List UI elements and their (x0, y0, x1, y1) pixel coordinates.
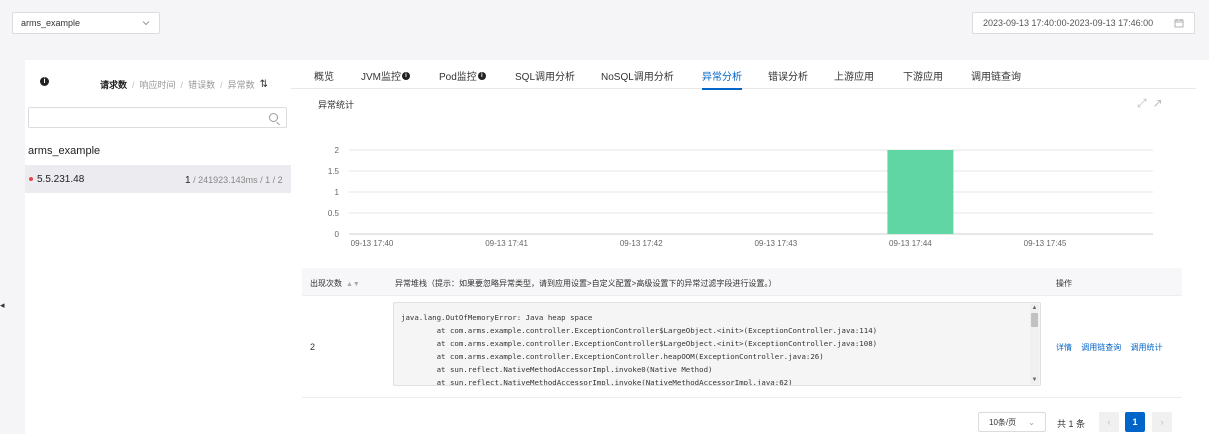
x-tick-label: 09-13 17:42 (620, 239, 663, 247)
trace-query-link[interactable]: 调用链查询 (1081, 343, 1121, 352)
tab-label: 调用链查询 (971, 72, 1021, 83)
row-actions: 详情 调用链查询 调用统计 (1056, 342, 1169, 353)
exception-chart: 0 0.5 1 1.5 2 09-13 17:40 09-13 17:41 09-13 17:… (328, 146, 1153, 247)
table-header: 出现次数 ▲▼ 异常堆栈（提示：如果要忽略异常类型，请到应用设置>自定义配置>高级… (302, 268, 1182, 296)
x-tick-label: 09-13 17:45 (1024, 239, 1067, 247)
tab-pod[interactable]: Pod监控 i (439, 68, 486, 83)
col-stack: 异常堆栈（提示：如果要忽略异常类型，请到应用设置>自定义配置>高级设置下的异常过… (395, 279, 777, 288)
chevron-down-icon: ⌄ (1028, 417, 1035, 427)
collapse-left-icon[interactable]: ◂ (0, 300, 6, 314)
tab-upstream[interactable]: 上游应用 (834, 68, 874, 83)
tab-nosql[interactable]: NoSQL调用分析 (601, 68, 674, 83)
tab-label: 异常分析 (702, 72, 742, 83)
scroll-up-icon[interactable]: ▲ (1031, 305, 1038, 311)
tab-overview[interactable]: 概览 (314, 68, 334, 83)
table-row: 2 java.lang.OutOfMemoryError: Java heap … (302, 296, 1182, 398)
y-tick-label: 0 (335, 230, 340, 239)
sort-separator: / (220, 79, 223, 90)
next-page-button[interactable]: › (1152, 412, 1172, 432)
sort-options: 请求数 / 响应时间 / 错误数 / 异常数 ⇅ (100, 78, 268, 91)
instance-row[interactable]: 5.5.231.48 1 / 241923.143ms / 1 / 2 (25, 165, 291, 193)
chevron-down-icon (142, 21, 150, 26)
instance-stats: 1 / 241923.143ms / 1 / 2 (185, 175, 283, 186)
stack-trace-text: java.lang.OutOfMemoryError: Java heap sp… (401, 313, 878, 386)
tab-label: JVM监控 (361, 72, 401, 83)
sort-separator: / (132, 79, 135, 90)
tab-sql[interactable]: SQL调用分析 (515, 68, 575, 83)
bar (887, 150, 954, 234)
calendar-icon (1174, 19, 1184, 28)
total-count: 共 1 条 (1057, 419, 1086, 429)
col-ops: 操作 (1056, 279, 1072, 288)
instance-panel: i 请求数 / 响应时间 / 错误数 / 异常数 ⇅ arms_example … (25, 60, 291, 434)
scroll-thumb[interactable] (1031, 313, 1038, 327)
scroll-down-icon[interactable]: ▼ (1031, 377, 1038, 383)
time-range-picker[interactable]: 2023-09-13 17:40:00-2023-09-13 17:46:00 (972, 12, 1195, 34)
y-tick-label: 2 (335, 146, 340, 155)
info-icon[interactable]: i (40, 77, 49, 86)
details-link[interactable]: 详情 (1056, 343, 1072, 352)
status-dot (29, 177, 33, 181)
tab-downstream[interactable]: 下游应用 (903, 68, 943, 83)
info-icon: i (477, 71, 486, 80)
tab-label: 上游应用 (834, 72, 874, 83)
tab-bar: 概览 JVM监控 i Pod监控 i SQL调用分析 NoSQL调用分析 异常分析 … (291, 60, 1196, 90)
main-panel: 概览 JVM监控 i Pod监控 i SQL调用分析 NoSQL调用分析 异常分析 … (291, 60, 1209, 434)
tab-label: 错误分析 (768, 72, 808, 83)
sort-order-icon[interactable]: ⇅ (260, 79, 268, 90)
app-select-value: arms_example (21, 18, 81, 28)
col-count[interactable]: 出现次数 ▲▼ (310, 278, 360, 289)
tab-exception-analysis[interactable]: 异常分析 (702, 68, 742, 90)
fullscreen-icon[interactable]: ⤢ (1137, 96, 1147, 111)
sort-exceptions[interactable]: 异常数 (228, 78, 255, 91)
tab-jvm[interactable]: JVM监控 i (361, 68, 410, 83)
sort-errors[interactable]: 错误数 (188, 78, 215, 91)
tab-label: Pod监控 (439, 72, 477, 83)
sort-response-time[interactable]: 响应时间 (140, 78, 176, 91)
stack-scrollbar[interactable]: ▲ ▼ (1030, 304, 1039, 384)
row-count: 2 (310, 342, 316, 352)
time-range-value: 2023-09-13 17:40:00-2023-09-13 17:46:00 (983, 18, 1154, 28)
y-tick-label: 1.5 (328, 167, 340, 176)
x-tick-label: 09-13 17:44 (889, 239, 932, 247)
page-size-value: 10条/页 (989, 417, 1017, 427)
prev-page-button[interactable]: ‹ (1099, 412, 1119, 432)
y-tick-label: 0.5 (328, 209, 340, 218)
tab-error-analysis[interactable]: 错误分析 (768, 68, 808, 83)
tab-label: NoSQL调用分析 (601, 72, 674, 83)
tab-label: 概览 (314, 72, 334, 83)
instance-stats-rest: / 241923.143ms / 1 / 2 (190, 175, 283, 185)
app-select[interactable]: arms_example (12, 12, 160, 34)
info-icon: i (402, 71, 410, 80)
app-group-name[interactable]: arms_example (28, 145, 100, 157)
chart-title: 异常统计 (318, 100, 355, 110)
instance-search-input[interactable] (28, 107, 287, 128)
line-chart-icon[interactable]: ↗ (1153, 96, 1163, 111)
col-count-label: 出现次数 (310, 279, 342, 288)
page-size-select[interactable]: 10条/页 ⌄ (978, 412, 1046, 432)
stack-trace-box[interactable]: java.lang.OutOfMemoryError: Java heap sp… (393, 302, 1041, 386)
chart-tools: ⤢ ↗ (1137, 96, 1163, 111)
call-stats-link[interactable]: 调用统计 (1130, 343, 1162, 352)
tab-label: SQL调用分析 (515, 72, 576, 83)
tab-label: 下游应用 (903, 72, 943, 83)
y-tick-label: 1 (335, 188, 340, 197)
sort-requests[interactable]: 请求数 (100, 78, 127, 91)
instance-ip: 5.5.231.48 (37, 174, 85, 185)
sort-icon[interactable]: ▲▼ (346, 281, 360, 288)
search-icon[interactable] (269, 113, 278, 122)
x-tick-label: 09-13 17:40 (351, 239, 394, 247)
sort-separator: / (180, 79, 184, 90)
tab-trace-query[interactable]: 调用链查询 (971, 68, 1021, 83)
x-tick-label: 09-13 17:43 (754, 239, 797, 247)
x-tick-label: 09-13 17:41 (485, 239, 528, 247)
current-page-button[interactable]: 1 (1125, 412, 1145, 432)
